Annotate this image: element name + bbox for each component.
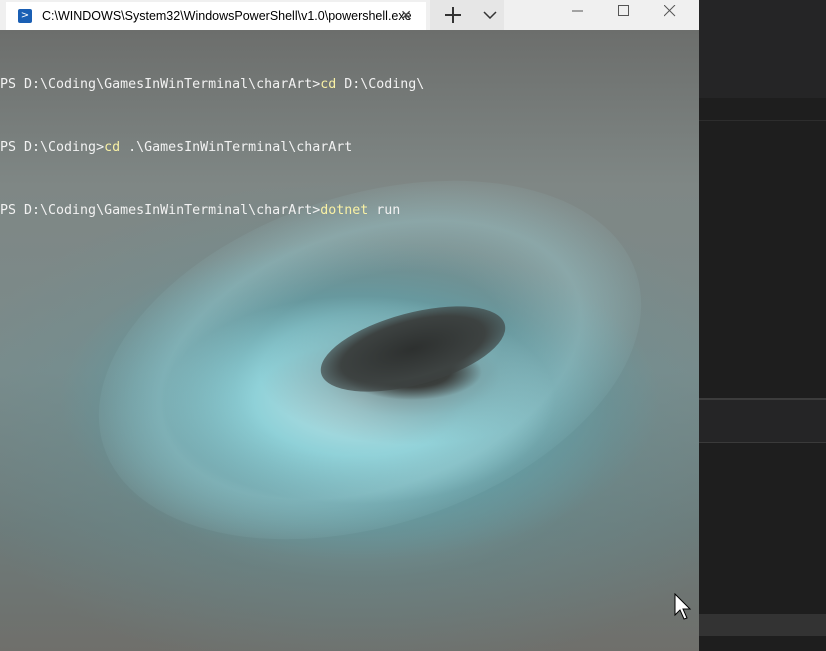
maximize-icon [618,5,629,16]
minimize-button[interactable] [555,0,601,30]
editor-topbar [699,0,826,98]
tab-dropdown-button[interactable] [476,0,504,30]
minimize-icon [572,10,583,12]
terminal-output: PS D:\Coding\GamesInWinTerminal\charArt>… [0,32,424,263]
prompt-text: PS D:\Coding\GamesInWinTerminal\charArt> [0,77,321,92]
editor-tab-strip [699,98,826,121]
windows-terminal-window: > C:\WINDOWS\System32\WindowsPowerShell\… [0,0,699,651]
editor-scroll-area [699,614,826,636]
terminal-line: PS D:\Coding\GamesInWinTerminal\charArt>… [0,74,424,95]
chevron-down-icon [483,11,497,19]
background-editor-window [699,0,826,651]
new-tab-button[interactable] [430,0,476,30]
terminal-line: PS D:\Coding>cd .\GamesInWinTerminal\cha… [0,137,424,158]
prompt-text: PS D:\Coding\GamesInWinTerminal\charArt> [0,203,321,218]
mouse-pointer-icon [674,593,692,620]
command-text: cd [320,77,337,92]
command-args: .\GamesInWinTerminal\charArt [120,140,353,155]
maximize-button[interactable] [601,0,647,30]
prompt-text: PS D:\Coding> [0,140,105,155]
powershell-icon: > [18,9,32,23]
tab-close-icon[interactable]: ✕ [400,8,412,24]
command-text: dotnet [320,203,369,218]
tab-title: C:\WINDOWS\System32\WindowsPowerShell\v1… [42,9,412,23]
close-button[interactable] [647,0,693,30]
editor-panel-header [699,400,826,443]
command-text: cd [104,140,121,155]
title-bar: > C:\WINDOWS\System32\WindowsPowerShell\… [0,0,699,30]
command-args: run [368,203,401,218]
terminal-line: PS D:\Coding\GamesInWinTerminal\charArt>… [0,200,424,221]
terminal-content[interactable]: PS D:\Coding\GamesInWinTerminal\charArt>… [0,30,699,651]
close-icon [664,5,676,17]
terminal-tab[interactable]: > C:\WINDOWS\System32\WindowsPowerShell\… [6,2,426,30]
command-args: D:\Coding\ [336,77,425,92]
